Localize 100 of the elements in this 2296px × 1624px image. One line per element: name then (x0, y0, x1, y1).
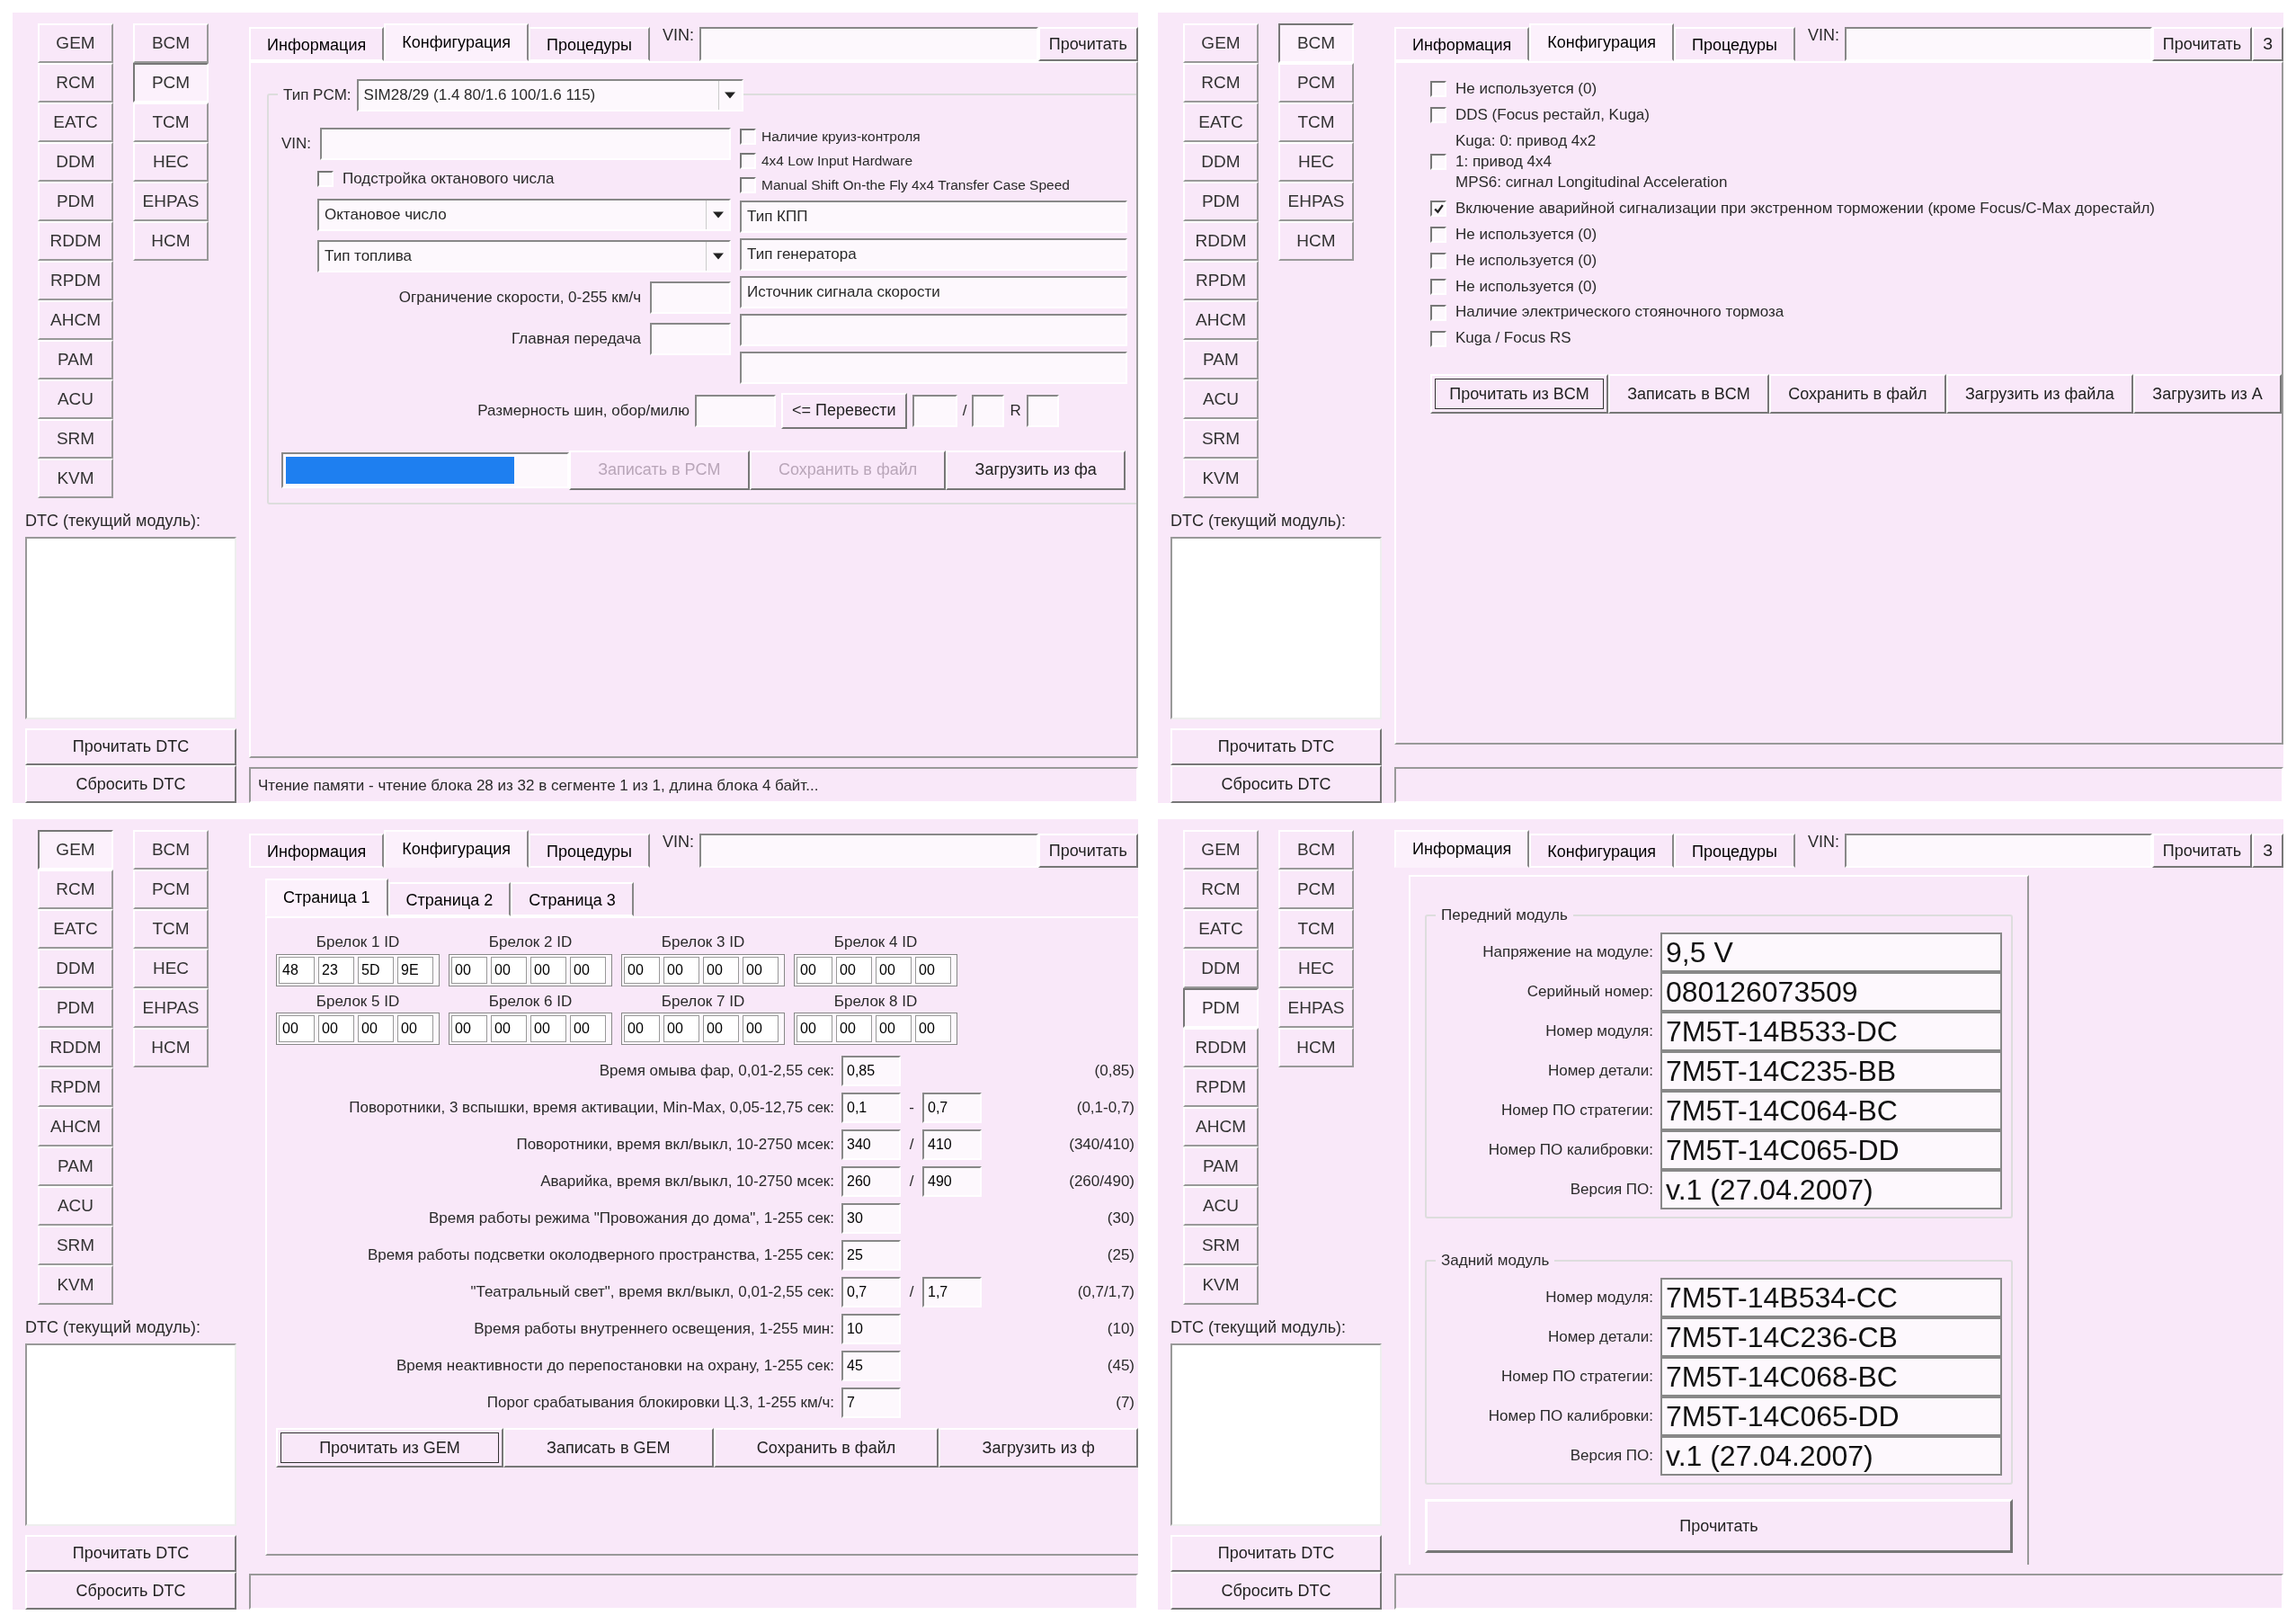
module-button[interactable]: KVM (38, 459, 113, 498)
module-button[interactable]: GEM (38, 830, 113, 870)
dropdown[interactable] (740, 351, 1127, 384)
byte-field[interactable]: 00 (624, 956, 660, 984)
dropdown[interactable]: Тип КПП (740, 200, 1127, 233)
module-button[interactable]: ACU (1183, 379, 1259, 419)
dtc-button[interactable]: Сбросить DTC (1170, 765, 1382, 803)
byte-field[interactable]: 00 (530, 956, 566, 984)
tab[interactable]: Страница 2 (387, 882, 512, 916)
byte-field[interactable]: 00 (279, 1015, 315, 1042)
module-button[interactable]: HCM (133, 221, 209, 261)
byte-field[interactable]: 00 (491, 1015, 527, 1042)
module-button[interactable]: PCM (1278, 63, 1354, 103)
module-button[interactable]: DDM (38, 949, 113, 988)
dropdown[interactable]: SIM28/29 (1.4 80/1.6 100/1.6 115) (356, 79, 743, 112)
value-field[interactable]: 10 (841, 1313, 901, 1344)
checkbox[interactable] (1430, 107, 1446, 124)
vin-field[interactable] (699, 27, 1038, 61)
value-field[interactable]: 9,5 V (1660, 932, 2002, 972)
module-button[interactable]: EHPAS (133, 182, 209, 221)
vin-field[interactable] (1844, 27, 2152, 61)
dtc-button[interactable]: Сбросить DTC (1170, 1572, 1382, 1610)
value-field[interactable]: 45 (841, 1350, 901, 1381)
dtc-button[interactable]: Прочитать DTC (25, 1534, 236, 1573)
byte-field[interactable]: 00 (624, 1015, 660, 1042)
module-button[interactable]: HEC (1278, 142, 1354, 182)
dropdown[interactable]: Тип топлива (317, 239, 731, 272)
module-button[interactable]: BCM (133, 23, 209, 63)
module-button[interactable]: RCM (1183, 870, 1259, 909)
tab[interactable]: Процедуры (529, 834, 650, 868)
write-button[interactable]: З (2252, 27, 2283, 61)
byte-field[interactable]: 9E (397, 956, 433, 984)
module-button[interactable]: PAM (38, 1147, 113, 1186)
byte-field[interactable]: 5D (358, 956, 394, 984)
module-button[interactable]: ACU (38, 1186, 113, 1226)
tab[interactable]: Информация (1394, 27, 1530, 61)
action-button[interactable]: Прочитать из GEM (276, 1428, 503, 1468)
action-button[interactable]: Сохранить в файл (713, 1428, 939, 1468)
module-button[interactable]: PDM (1183, 182, 1259, 221)
value-field[interactable]: 7M5T-14C065-DD (1660, 1130, 2002, 1170)
tab[interactable]: Процедуры (1674, 27, 1795, 61)
tab[interactable]: Конфигурация (384, 23, 529, 61)
action-button[interactable]: Записать в BCM (1608, 374, 1769, 415)
byte-field[interactable]: 00 (570, 956, 606, 984)
byte-field[interactable]: 00 (796, 956, 832, 984)
value-field[interactable]: 0,1 (841, 1092, 901, 1123)
value-field[interactable]: 080126073509 (1660, 972, 2002, 1012)
module-button[interactable]: DDM (1183, 949, 1259, 988)
action-button[interactable]: <= Перевести (781, 392, 907, 429)
module-button[interactable]: HEC (1278, 949, 1354, 988)
checkbox[interactable] (1430, 253, 1446, 270)
module-button[interactable]: EHPAS (1278, 988, 1354, 1028)
checkbox[interactable] (1430, 201, 1446, 218)
checkbox[interactable] (740, 177, 756, 194)
dtc-button[interactable]: Сбросить DTC (25, 1572, 236, 1610)
module-button[interactable]: EATC (38, 103, 113, 142)
value-field[interactable]: 7M5T-14B533-DC (1660, 1012, 2002, 1051)
action-button[interactable]: Сохранить в файл (1768, 374, 1946, 415)
action-button[interactable]: Загрузить из файла (1945, 374, 2134, 415)
value-field[interactable]: 25 (841, 1239, 901, 1271)
byte-field[interactable]: 23 (318, 956, 354, 984)
tab[interactable]: Информация (1394, 830, 1530, 868)
dropdown[interactable]: Октановое число (317, 198, 731, 231)
value-field[interactable]: 7M5T-14C065-DD (1660, 1396, 2002, 1436)
checkbox[interactable] (1430, 278, 1446, 295)
module-button[interactable]: BCM (133, 830, 209, 870)
value-field[interactable]: 30 (841, 1202, 901, 1234)
value-field[interactable]: 490 (922, 1165, 982, 1197)
value-field[interactable]: 7M5T-14C235-BB (1660, 1051, 2002, 1091)
vin-field[interactable] (1844, 834, 2152, 868)
checkbox[interactable] (1430, 330, 1446, 347)
module-button[interactable]: GEM (1183, 23, 1259, 63)
byte-field[interactable]: 00 (876, 956, 912, 984)
value-field[interactable]: 0,7 (841, 1276, 901, 1307)
module-button[interactable]: BCM (1278, 830, 1354, 870)
byte-field[interactable]: 00 (703, 1015, 739, 1042)
module-button[interactable]: RDDM (1183, 221, 1259, 261)
module-button[interactable]: EATC (1183, 103, 1259, 142)
module-button[interactable]: HCM (1278, 1028, 1354, 1067)
module-button[interactable]: HEC (133, 142, 209, 182)
module-button[interactable]: KVM (1183, 459, 1259, 498)
module-button[interactable]: EATC (1183, 909, 1259, 949)
module-button[interactable]: DDM (1183, 142, 1259, 182)
module-button[interactable]: HCM (133, 1028, 209, 1067)
text-field[interactable] (650, 322, 731, 355)
module-button[interactable]: PAM (38, 340, 113, 379)
vin-field[interactable] (320, 128, 731, 160)
dropdown[interactable] (740, 313, 1127, 346)
checkbox[interactable] (1430, 154, 1446, 171)
value-field[interactable]: 260 (841, 1165, 901, 1197)
action-button[interactable]: Загрузить из фа (946, 450, 1126, 490)
byte-field[interactable]: 00 (743, 956, 779, 984)
module-button[interactable]: AHCM (38, 300, 113, 340)
text-field[interactable] (1026, 394, 1059, 427)
module-button[interactable]: KVM (38, 1265, 113, 1305)
module-button[interactable]: SRM (1183, 419, 1259, 459)
byte-field[interactable]: 00 (796, 1015, 832, 1042)
text-field[interactable] (972, 394, 1005, 427)
module-button[interactable]: TCM (1278, 103, 1354, 142)
module-button[interactable]: KVM (1183, 1265, 1259, 1305)
